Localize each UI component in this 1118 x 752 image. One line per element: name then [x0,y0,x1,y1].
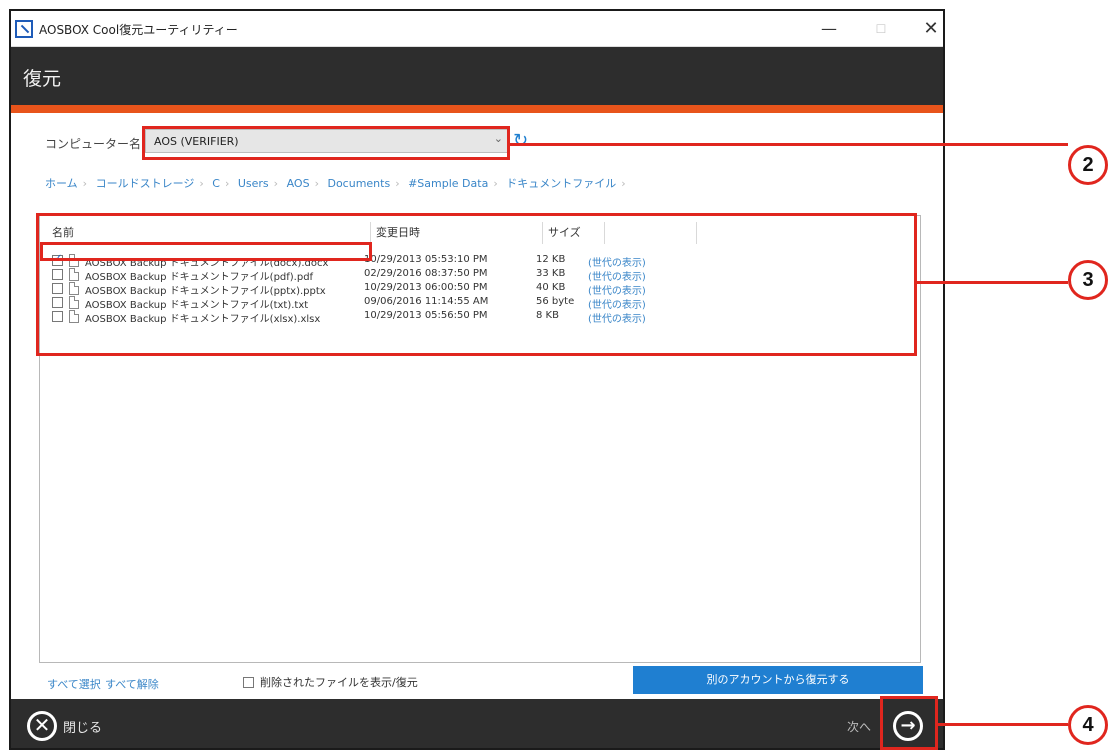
window-title: AOSBOX Cool復元ユーティリティー [39,23,238,37]
footer-bar: ✕ 閉じる 次へ → [11,699,943,748]
breadcrumb-separator: › [224,177,230,190]
minimize-button[interactable]: — [809,17,849,41]
page-title: 復元 [23,68,62,90]
window-close-button[interactable]: ✕ [911,17,943,41]
highlight-box-next-button [880,696,938,750]
next-button-label[interactable]: 次へ [847,718,871,735]
page-header: 復元 [11,47,943,105]
app-logo-icon [15,20,33,38]
restore-window: AOSBOX Cool復元ユーティリティー — ☐ ✕ 復元 コンピューター名 … [9,9,945,750]
breadcrumb-separator: › [82,177,88,190]
close-button-label[interactable]: 閉じる [63,717,102,736]
breadcrumb-drive-c[interactable]: C [212,177,220,190]
highlight-box-file-list [36,213,917,356]
highlight-box-selected-file [40,242,372,261]
highlight-box-computer-name [142,126,510,160]
breadcrumb-separator: › [395,177,400,190]
select-all-link[interactable]: すべて選択 [47,676,101,692]
breadcrumb-aos[interactable]: AOS [287,177,310,190]
breadcrumb-cold-storage[interactable]: コールドストレージ [96,177,195,190]
breadcrumb-home[interactable]: ホーム [45,177,78,190]
deselect-all-link[interactable]: すべて解除 [105,676,159,692]
breadcrumb-document-files[interactable]: ドキュメントファイル [506,177,616,190]
callout-badge-3: 3 [1068,260,1108,300]
callout-badge-2: 2 [1068,145,1108,185]
breadcrumb-separator: › [199,177,204,190]
breadcrumb: ホーム › コールドストレージ › C › Users › AOS › Documents… [45,175,631,191]
breadcrumb-separator: › [314,177,319,190]
refresh-icon[interactable]: ↻ [513,131,535,151]
breadcrumb-separator: › [273,177,279,190]
breadcrumb-documents[interactable]: Documents [327,177,390,190]
restore-from-other-account-button[interactable]: 別のアカウントから復元する [633,666,923,694]
breadcrumb-sample-data[interactable]: #Sample Data [408,177,488,190]
callout-badge-4: 4 [1068,705,1108,745]
title-bar: AOSBOX Cool復元ユーティリティー — ☐ ✕ [11,11,943,47]
close-circle-icon[interactable]: ✕ [27,711,57,741]
callout-line-2 [510,143,1068,146]
callout-line-4 [938,723,1068,726]
show-deleted-checkbox[interactable] [243,676,254,688]
maximize-button[interactable]: ☐ [861,17,901,41]
show-deleted-label: 削除されたファイルを表示/復元 [260,676,418,689]
breadcrumb-users[interactable]: Users [238,177,269,190]
computer-name-label: コンピューター名 [45,137,142,151]
accent-bar [11,105,943,113]
callout-line-3 [917,281,1068,284]
breadcrumb-separator: › [493,177,498,190]
show-deleted-files-toggle[interactable]: 削除されたファイルを表示/復元 [243,674,418,690]
breadcrumb-separator: › [621,177,626,190]
